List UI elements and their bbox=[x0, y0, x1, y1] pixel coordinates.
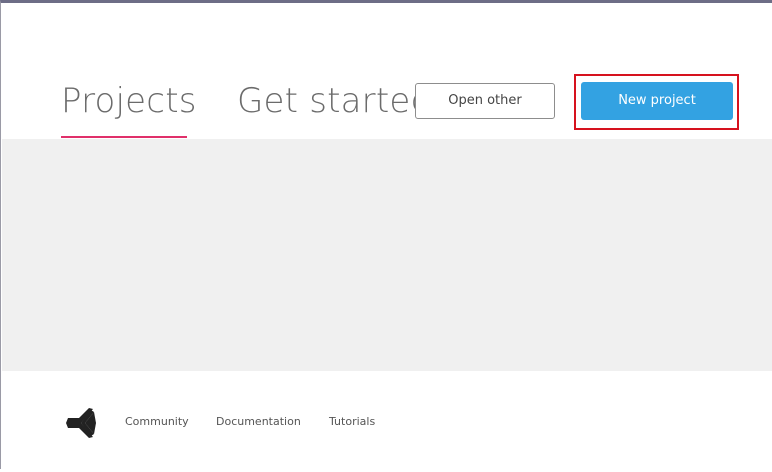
open-other-button[interactable]: Open other bbox=[415, 83, 555, 119]
tab-projects[interactable]: Projects bbox=[61, 81, 197, 121]
community-link[interactable]: Community bbox=[125, 415, 189, 428]
tab-get-started[interactable]: Get started bbox=[237, 81, 432, 121]
documentation-link[interactable]: Documentation bbox=[216, 415, 301, 428]
active-tab-indicator bbox=[61, 136, 187, 138]
new-project-button[interactable]: New project bbox=[581, 82, 733, 120]
tutorials-link[interactable]: Tutorials bbox=[329, 415, 375, 428]
footer bbox=[1, 371, 772, 472]
header: Projects Get started Open other New proj… bbox=[1, 3, 772, 139]
unity-logo-icon bbox=[66, 408, 96, 438]
projects-list-area bbox=[2, 139, 772, 371]
unity-launcher-window: Projects Get started Open other New proj… bbox=[0, 0, 772, 472]
